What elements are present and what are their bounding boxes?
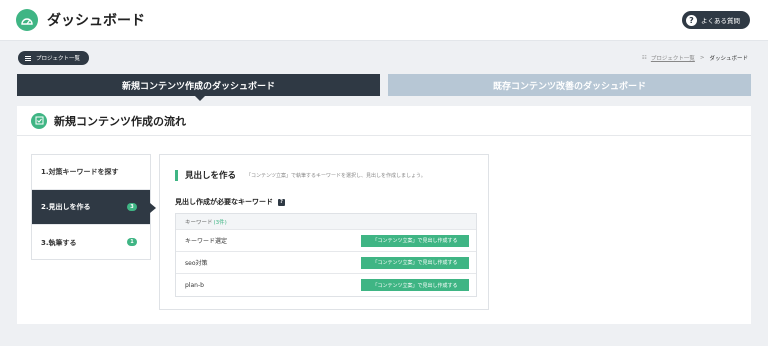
step-label: 2.見出しを作る — [41, 203, 91, 211]
create-heading-button[interactable]: 「コンテンツ立案」で見出し作成する — [361, 256, 469, 269]
step-count-badge: 3 — [127, 203, 137, 211]
breadcrumb-separator: > — [699, 55, 705, 61]
keywords-label-text: 見出し作成が必要なキーワード — [175, 198, 273, 206]
create-heading-button[interactable]: 「コンテンツ立案」で見出し作成する — [361, 234, 469, 247]
top-bar: ダッシュボード ? よくある質問 — [0, 0, 768, 41]
breadcrumb: ☷ プロジェクト一覧 > ダッシュボード — [642, 54, 748, 62]
table-row: seo対策 「コンテンツ立案」で見出し作成する — [176, 252, 476, 274]
question-icon: ? — [686, 14, 697, 26]
tab-existing-content[interactable]: 既存コンテンツ改善のダッシュボード — [388, 74, 751, 96]
step-create-headings[interactable]: 2.見出しを作る 3 — [32, 190, 156, 225]
accent-bar — [175, 169, 178, 181]
faq-button[interactable]: ? よくある質問 — [682, 11, 750, 29]
table-row: キーワード選定 「コンテンツ立案」で見出し作成する — [176, 230, 476, 252]
breadcrumb-list-icon: ☷ — [641, 55, 647, 61]
step-count-badge: 1 — [127, 238, 137, 246]
keywords-label: 見出し作成が必要なキーワード ? — [175, 197, 285, 207]
keyword-cell: plan-b — [185, 281, 204, 289]
help-icon[interactable]: ? — [278, 198, 285, 206]
breadcrumb-current: ダッシュボード — [709, 56, 748, 62]
step-write[interactable]: 3.執筆する 1 — [32, 225, 150, 260]
step-list: 1.対策キーワードを探す 2.見出しを作る 3 3.執筆する 1 — [31, 154, 156, 260]
project-list-button[interactable]: プロジェクト一覧 — [18, 51, 89, 65]
breadcrumb-projects-link[interactable]: プロジェクト一覧 — [651, 54, 695, 62]
create-heading-button[interactable]: 「コンテンツ立案」で見出し作成する — [361, 279, 469, 291]
checklist-icon — [31, 112, 47, 129]
tab-new-content[interactable]: 新規コンテンツ作成のダッシュボード — [17, 74, 380, 101]
step-content: 見出しを作る 「コンテンツ立案」で執筆するキーワードを選択し、見出しを作成しまし… — [159, 154, 489, 310]
panel-title: 新規コンテンツ作成の流れ — [54, 114, 186, 128]
keyword-table: キーワード (3件) キーワード選定 「コンテンツ立案」で見出し作成する seo… — [175, 213, 477, 297]
flow-panel: 新規コンテンツ作成の流れ 1.対策キーワードを探す 2.見出しを作る 3 3.執… — [17, 106, 751, 324]
faq-label: よくある質問 — [701, 17, 740, 25]
step-label: 3.執筆する — [41, 238, 77, 247]
step-find-keywords[interactable]: 1.対策キーワードを探す — [32, 155, 150, 190]
logo-icon[interactable] — [16, 9, 38, 31]
table-row: plan-b 「コンテンツ立案」で見出し作成する — [176, 274, 476, 296]
content-description: 「コンテンツ立案」で執筆するキーワードを選択し、見出しを作成しましょう。 — [246, 172, 426, 179]
keyword-cell: キーワード選定 — [185, 238, 228, 245]
content-heading: 見出しを作る — [185, 171, 237, 181]
panel-header: 新規コンテンツ作成の流れ — [17, 106, 751, 136]
content-header: 見出しを作る 「コンテンツ立案」で執筆するキーワードを選択し、見出しを作成しまし… — [175, 169, 426, 181]
keyword-cell: seo対策 — [185, 260, 208, 267]
project-list-label: プロジェクト一覧 — [36, 56, 81, 62]
list-icon — [25, 55, 31, 61]
keyword-count: (3件) — [213, 219, 227, 226]
table-header: キーワード (3件) — [176, 214, 476, 230]
step-label: 1.対策キーワードを探す — [41, 168, 119, 176]
app-title: ダッシュボード — [47, 13, 145, 29]
column-header-keyword: キーワード — [185, 219, 213, 226]
